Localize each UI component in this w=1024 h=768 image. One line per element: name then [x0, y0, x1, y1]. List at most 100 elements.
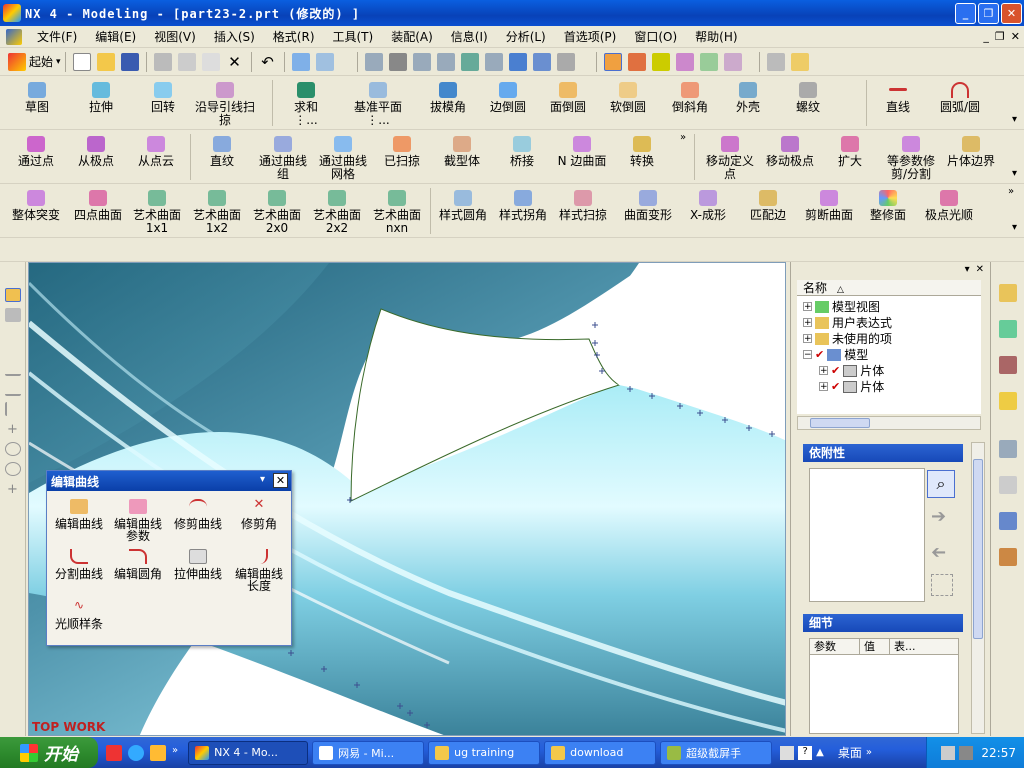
cut-icon[interactable]: [153, 52, 172, 71]
draft-button[interactable]: 拔模角: [424, 76, 472, 114]
tree-item-user-expressions[interactable]: + 用户表达式: [803, 314, 892, 331]
arrow-right-icon[interactable]: ➔: [931, 506, 946, 527]
menu-preferences[interactable]: 首选项(P): [555, 26, 626, 48]
line-tool-2-icon[interactable]: [4, 382, 21, 396]
curve-tool-icon[interactable]: [4, 402, 21, 416]
undo-icon[interactable]: ↶: [259, 53, 277, 71]
vertical-scrollbar[interactable]: [971, 442, 985, 734]
rotate-icon[interactable]: [460, 52, 479, 71]
roles-icon[interactable]: [998, 356, 1017, 374]
new-file-icon[interactable]: [72, 52, 91, 71]
arrow-left-icon[interactable]: ➔: [931, 542, 946, 563]
studio-surface-2x0-button[interactable]: 艺术曲面 2x0: [250, 184, 304, 235]
n-sided-surface-button[interactable]: N 边曲面: [556, 130, 608, 168]
part-navigator-icon[interactable]: [998, 320, 1017, 338]
ie-icon[interactable]: [128, 744, 144, 761]
toolbar-options-icon[interactable]: ▾: [1012, 114, 1017, 125]
process-studio-icon[interactable]: [998, 512, 1017, 530]
edit-curve-length-button[interactable]: 编辑曲线长度: [231, 549, 287, 592]
through-curve-mesh-button[interactable]: 通过曲线网格: [314, 130, 372, 181]
edit-curve-params-button[interactable]: 编辑曲线参数: [109, 499, 167, 542]
dialog-dropdown-icon[interactable]: ▾: [260, 474, 265, 485]
studio-surface-2x2-button[interactable]: 艺术曲面 2x2: [310, 184, 364, 235]
minimize-button[interactable]: _: [955, 3, 976, 24]
orientation-icon[interactable]: [532, 52, 551, 71]
details-header[interactable]: 细节: [803, 614, 963, 632]
select-feature-icon[interactable]: [723, 52, 742, 71]
isoparametric-trim-button[interactable]: 等参数修剪/分割: [880, 130, 942, 181]
arc-circle-button[interactable]: 圆弧/圆: [930, 76, 990, 114]
task-download[interactable]: download: [544, 740, 657, 765]
menu-view[interactable]: 视图(V): [145, 26, 205, 48]
cross-icon[interactable]: +: [5, 422, 21, 437]
layer-icon[interactable]: [556, 52, 575, 71]
soft-blend-button[interactable]: 软倒圆: [604, 76, 652, 114]
task-screenshot-tool[interactable]: 超级截屏手: [660, 740, 773, 765]
panel-pin-icon[interactable]: ▾: [965, 264, 970, 275]
swept-button[interactable]: 已扫掠: [378, 130, 426, 168]
start-button[interactable]: 起始 ▾: [8, 52, 61, 71]
reuse-library-icon[interactable]: [998, 548, 1017, 566]
task-netease[interactable]: 网易 - Mi...: [312, 740, 425, 765]
select-body-icon[interactable]: [675, 52, 694, 71]
smooth-spline-button[interactable]: ∿ 光顺样条: [51, 599, 107, 630]
magnify-icon[interactable]: [436, 52, 455, 71]
through-points-button[interactable]: 通过点: [12, 130, 60, 168]
snap-icon[interactable]: [4, 288, 21, 302]
messenger-icon[interactable]: [150, 744, 166, 761]
app-menu-icon[interactable]: [6, 28, 22, 45]
selection-icon[interactable]: [315, 52, 334, 71]
four-point-surface-button[interactable]: 四点曲面: [70, 184, 126, 222]
start-menu-button[interactable]: 开始: [0, 737, 98, 768]
keyboard-icon[interactable]: [780, 745, 795, 760]
face-blend-button[interactable]: 面倒圆: [544, 76, 592, 114]
styled-blend-button[interactable]: 样式圆角: [436, 184, 490, 222]
shell-button[interactable]: 外壳: [726, 76, 770, 114]
styled-corner-button[interactable]: 样式拐角: [496, 184, 550, 222]
menu-analysis[interactable]: 分析(L): [497, 26, 555, 48]
more-icon-2[interactable]: »: [1008, 186, 1014, 197]
studio-surface-1x2-button[interactable]: 艺术曲面 1x2: [190, 184, 244, 235]
shaded-view-icon[interactable]: [508, 52, 527, 71]
help-tray-icon[interactable]: ?: [798, 745, 813, 760]
bridge-button[interactable]: 桥接: [498, 130, 546, 168]
edit-curve-button[interactable]: 编辑曲线: [51, 499, 107, 530]
desktop-more-icon[interactable]: »: [866, 747, 872, 758]
copy-icon[interactable]: [177, 52, 196, 71]
toolbar-options-icon-3[interactable]: ▾: [1012, 222, 1017, 233]
tree-item-sheet-body-1[interactable]: + ✔ 片体: [819, 362, 884, 379]
x-form-button[interactable]: X-成形: [684, 184, 732, 222]
snip-surface-button[interactable]: 剪断曲面: [800, 184, 858, 222]
task-nx[interactable]: NX 4 - Mo...: [188, 740, 309, 765]
tree-item-model[interactable]: − ✔ 模型: [803, 346, 868, 363]
magnifier-icon[interactable]: ⌕: [927, 470, 955, 498]
assembly-navigator-icon[interactable]: [998, 284, 1017, 302]
mdi-close-button[interactable]: ✕: [1011, 30, 1020, 43]
sheet-boundary-button[interactable]: 片体边界: [944, 130, 998, 168]
move-pole-button[interactable]: 移动极点: [764, 130, 816, 168]
edit-fillet-button[interactable]: 编辑圆角: [109, 549, 167, 580]
dialog-close-button[interactable]: ✕: [273, 473, 288, 488]
through-curves-button[interactable]: 通过曲线组: [254, 130, 312, 181]
match-edge-button[interactable]: 匹配边: [744, 184, 792, 222]
column-parameter[interactable]: 参数: [810, 639, 860, 654]
chamfer-button[interactable]: 倒斜角: [666, 76, 714, 114]
help-icon[interactable]: [998, 392, 1017, 410]
menu-edit[interactable]: 编辑(E): [86, 26, 145, 48]
sketch-button[interactable]: 草图: [12, 76, 62, 114]
edge-blend-button[interactable]: 边倒圆: [484, 76, 532, 114]
zoom-icon[interactable]: [412, 52, 431, 71]
extrude-button[interactable]: 拉伸: [76, 76, 126, 114]
paste-icon[interactable]: [201, 52, 220, 71]
toolbar-options-icon-2[interactable]: ▾: [1012, 168, 1017, 179]
command-finder-icon[interactable]: [291, 52, 310, 71]
ruled-button[interactable]: 直纹: [198, 130, 246, 168]
column-expression[interactable]: 表...: [890, 639, 950, 654]
thread-button[interactable]: 螺纹: [786, 76, 830, 114]
line-button[interactable]: 直线: [876, 76, 920, 114]
close-button[interactable]: ✕: [1001, 3, 1022, 24]
point-icon[interactable]: [4, 308, 21, 322]
menu-insert[interactable]: 插入(S): [205, 26, 264, 48]
section-body-button[interactable]: 截型体: [438, 130, 486, 168]
mdi-minimize-button[interactable]: _: [983, 30, 989, 43]
